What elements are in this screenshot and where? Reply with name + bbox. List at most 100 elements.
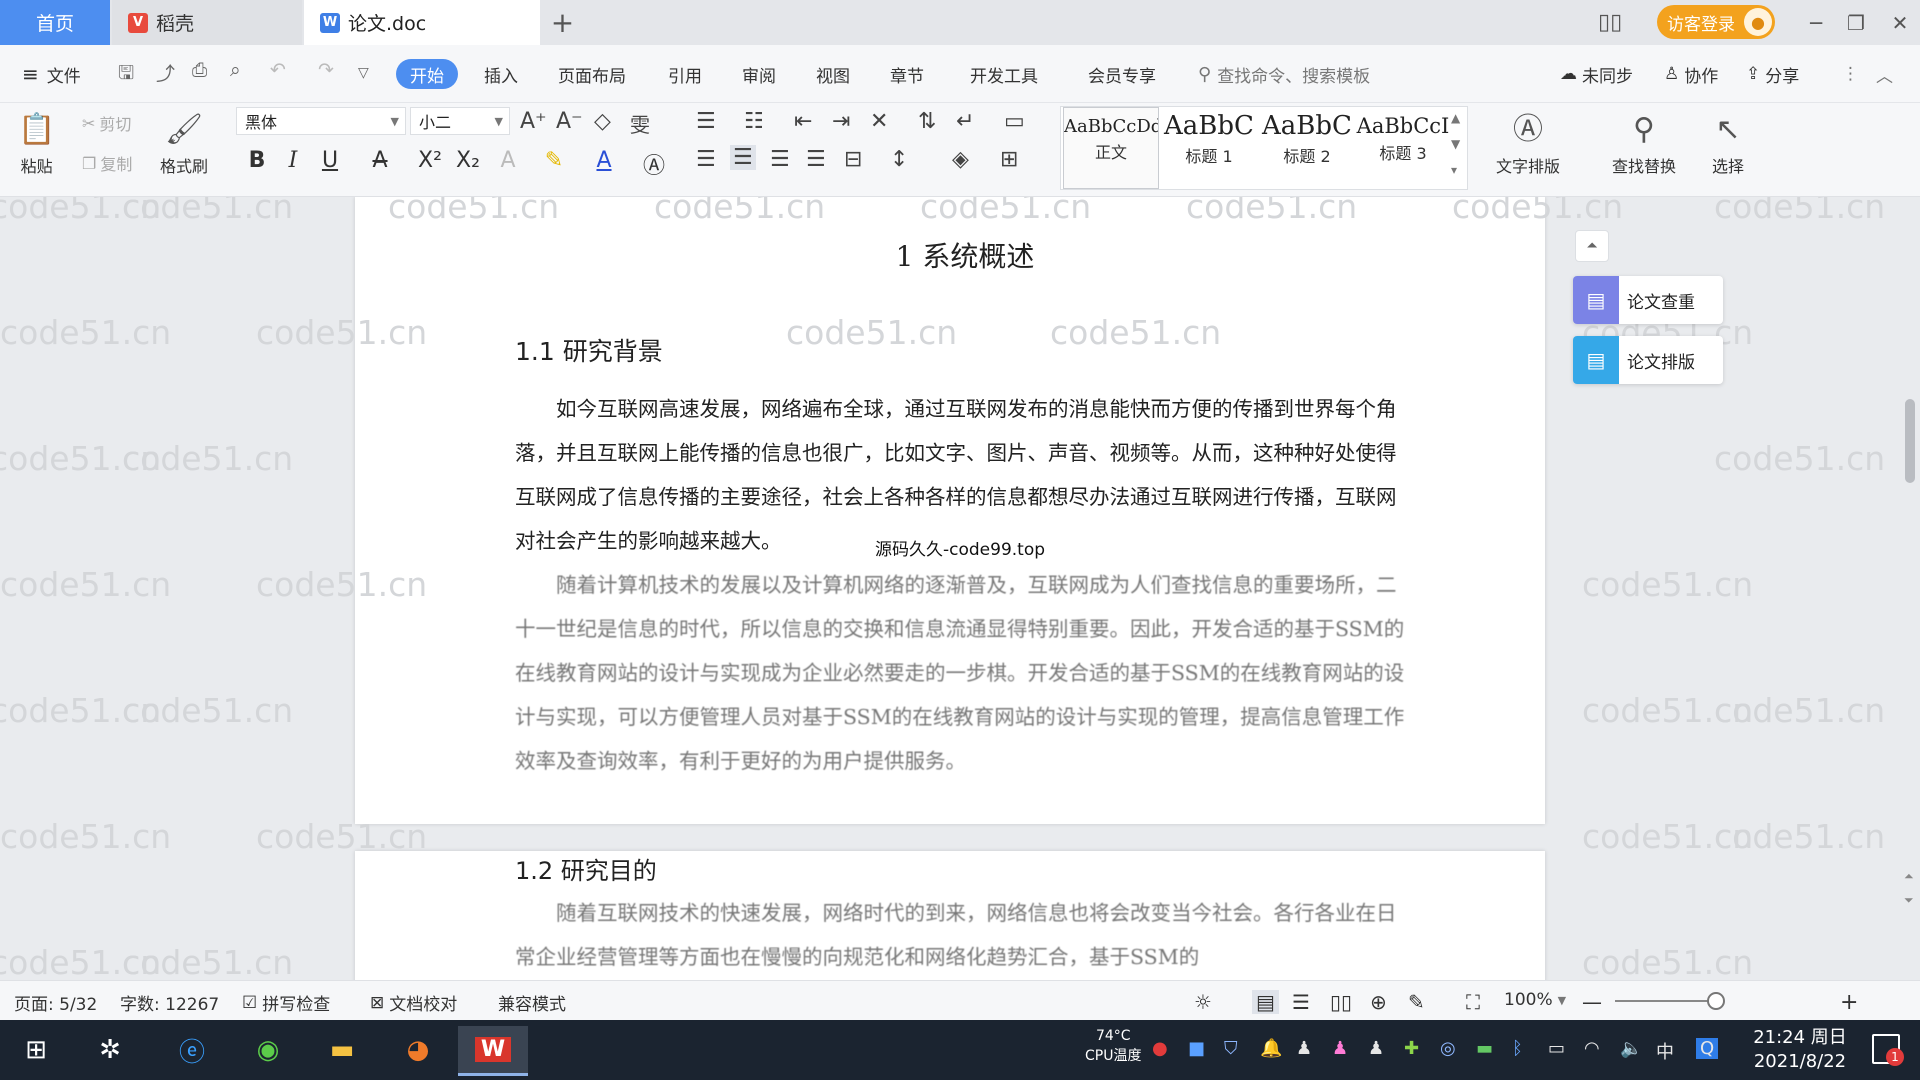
copy-button[interactable]: ❐ 复制 [82, 151, 132, 175]
qq-icon[interactable]: ♟ [1368, 1038, 1384, 1059]
document-page[interactable]: 1 系统概述 1.1 研究背景 如今互联网高速发展，网络遍布全球，通过互联网发布… [355, 197, 1545, 824]
cut-button[interactable]: ✂ 剪切 [82, 111, 131, 135]
menu-tab-member[interactable]: 会员专享 [1088, 59, 1156, 89]
zoom-slider[interactable] [1615, 1000, 1721, 1002]
char-border-icon[interactable]: Ⓐ [640, 148, 668, 180]
thesis-check-button[interactable]: ▤ 论文查重 [1573, 276, 1723, 324]
format-painter-button[interactable]: 🖌 格式刷 [160, 107, 208, 177]
tab-home[interactable]: 首页 [0, 0, 110, 45]
print-preview-icon[interactable]: ⌕ [230, 59, 241, 81]
font-size-select[interactable]: 小二 ▼ [410, 107, 510, 135]
sync-status-button[interactable]: ☁ 未同步 [1560, 59, 1633, 89]
wps-writer-taskbar-icon[interactable]: W [458, 1026, 528, 1076]
restore-button[interactable]: ❐ [1838, 0, 1874, 45]
shading-icon[interactable]: ◈ [952, 147, 969, 172]
share-button[interactable]: ⇪ 分享 [1746, 59, 1799, 89]
style-heading-2[interactable]: AaBbC 标题 2 [1259, 107, 1355, 189]
battery-icon[interactable]: ▭ [1548, 1038, 1565, 1059]
menu-tab-insert[interactable]: 插入 [484, 59, 518, 89]
menu-tab-developer[interactable]: 开发工具 [970, 59, 1038, 89]
menu-tab-home[interactable]: 开始 [396, 59, 458, 89]
write-view-icon[interactable]: ✎ [1408, 990, 1425, 1014]
shrink-font-icon[interactable]: A⁻ [556, 109, 583, 134]
collapse-ribbon-icon[interactable]: ︿ [1876, 59, 1893, 89]
style-heading-3[interactable]: AaBbCcI 标题 3 [1355, 107, 1451, 189]
decrease-indent-icon[interactable]: ⇤ [794, 109, 812, 134]
style-normal[interactable]: AaBbCcDd 正文 [1063, 107, 1159, 189]
collaborate-button[interactable]: ♙ 协作 [1664, 59, 1718, 89]
pinned-app-icon[interactable]: ✲ [90, 1030, 130, 1070]
align-left-icon[interactable]: ☰ [696, 147, 716, 172]
tray-app-icon[interactable]: ✚ [1404, 1038, 1419, 1059]
save-icon[interactable]: 🖫 [118, 59, 134, 91]
close-button[interactable]: ✕ [1882, 0, 1918, 45]
bluetooth-icon[interactable]: ᛒ [1512, 1038, 1523, 1059]
shield-icon[interactable]: ⛉ [1224, 1038, 1238, 1059]
media-player-icon[interactable]: ◕ [398, 1030, 438, 1070]
export-icon[interactable]: ⤴ [156, 59, 175, 86]
page-view-icon[interactable]: ▤ [1252, 990, 1279, 1014]
ime-indicator[interactable]: 中 [1656, 1038, 1674, 1064]
text-layout-button[interactable]: Ⓐ 文字排版 [1496, 107, 1560, 177]
align-right-icon[interactable]: ☰ [770, 147, 790, 172]
undo-icon[interactable]: ↶ [270, 59, 286, 81]
word-count[interactable]: 字数: 12267 [120, 990, 219, 1015]
file-menu[interactable]: ≡ 文件 [22, 59, 81, 89]
vertical-scrollbar[interactable]: ⏶ ⏷ [1900, 197, 1920, 980]
menu-tab-references[interactable]: 引用 [668, 59, 702, 89]
distributed-align-icon[interactable]: ⊟ [844, 147, 862, 172]
start-menu-icon[interactable]: ⊞ [16, 1030, 56, 1070]
table-style-icon[interactable]: ▭ [1004, 109, 1025, 134]
font-color-icon[interactable]: A [590, 148, 618, 173]
command-search[interactable]: ⚲ 查找命令、搜索模板 [1198, 59, 1370, 89]
outline-view-icon[interactable]: ☰ [1292, 990, 1310, 1014]
gallery-down-icon[interactable]: ▼ [1451, 137, 1460, 151]
scrollbar-thumb[interactable] [1905, 399, 1915, 483]
fit-page-icon[interactable]: ⛶ [1466, 990, 1480, 1014]
tab-daoke[interactable]: V 稻壳 [112, 0, 302, 45]
superscript-icon[interactable]: X² [416, 148, 444, 173]
gallery-expand-icon[interactable]: ▾ [1451, 163, 1457, 177]
bullet-list-icon[interactable]: ☰ [696, 109, 716, 134]
zoom-in-icon[interactable]: + [1840, 990, 1858, 1015]
reading-view-icon[interactable]: ▯▯ [1330, 990, 1352, 1014]
thesis-layout-button[interactable]: ▤ 论文排版 [1573, 336, 1723, 384]
bell-icon[interactable]: 🔔 [1260, 1038, 1282, 1059]
menu-tab-view[interactable]: 视图 [816, 59, 850, 89]
qat-dropdown-icon[interactable]: ▽ [358, 65, 369, 81]
system-clock[interactable]: 21:24 周日 2021/8/22 [1745, 1026, 1855, 1074]
increase-indent-icon[interactable]: ⇥ [832, 109, 850, 134]
align-center-icon[interactable]: ☰ [730, 145, 756, 170]
panel-collapse-button[interactable]: ⏶ [1575, 230, 1609, 262]
qq-icon[interactable]: ♟ [1332, 1038, 1348, 1059]
internet-explorer-icon[interactable]: ⓔ [172, 1030, 212, 1070]
subscript-icon[interactable]: X₂ [454, 148, 482, 173]
volume-icon[interactable]: 🔈 [1620, 1038, 1642, 1059]
zoom-slider-knob[interactable] [1707, 992, 1725, 1010]
tray-app-icon[interactable]: ● [1152, 1038, 1168, 1059]
sogou-input-icon[interactable]: Q [1696, 1038, 1719, 1059]
bold-icon[interactable]: B [243, 148, 271, 173]
qq-icon[interactable]: ♟ [1296, 1038, 1312, 1059]
select-button[interactable]: ↖ 选择 [1712, 107, 1744, 177]
browser-icon[interactable]: ◉ [248, 1030, 288, 1070]
file-explorer-icon[interactable]: ▬ [322, 1030, 362, 1070]
clear-format-icon[interactable]: ◇ [594, 109, 611, 134]
highlight-icon[interactable]: ✎ [540, 148, 568, 173]
eye-protection-icon[interactable]: ☼ [1194, 990, 1212, 1014]
zoom-out-icon[interactable]: — [1582, 990, 1602, 1014]
sort-icon[interactable]: ⇅ [918, 109, 936, 134]
page-indicator[interactable]: 页面: 5/32 [14, 990, 97, 1015]
tray-app-icon[interactable]: ■ [1188, 1038, 1205, 1059]
print-icon[interactable]: ⎙ [192, 59, 207, 81]
guest-login-button[interactable]: 访客登录 ● [1657, 5, 1775, 39]
gpu-icon[interactable]: ▬ [1476, 1038, 1493, 1059]
italic-icon[interactable]: I [279, 148, 307, 173]
spell-check-button[interactable]: ☑ 拼写检查 [242, 990, 330, 1016]
numbered-list-icon[interactable]: ☷ [744, 109, 764, 134]
zoom-level-select[interactable]: 100% ▼ [1504, 990, 1566, 1010]
menu-tab-chapter[interactable]: 章节 [890, 59, 924, 89]
grow-font-icon[interactable]: A⁺ [520, 109, 547, 134]
justify-icon[interactable]: ☰ [806, 147, 826, 172]
underline-icon[interactable]: U [316, 148, 344, 173]
